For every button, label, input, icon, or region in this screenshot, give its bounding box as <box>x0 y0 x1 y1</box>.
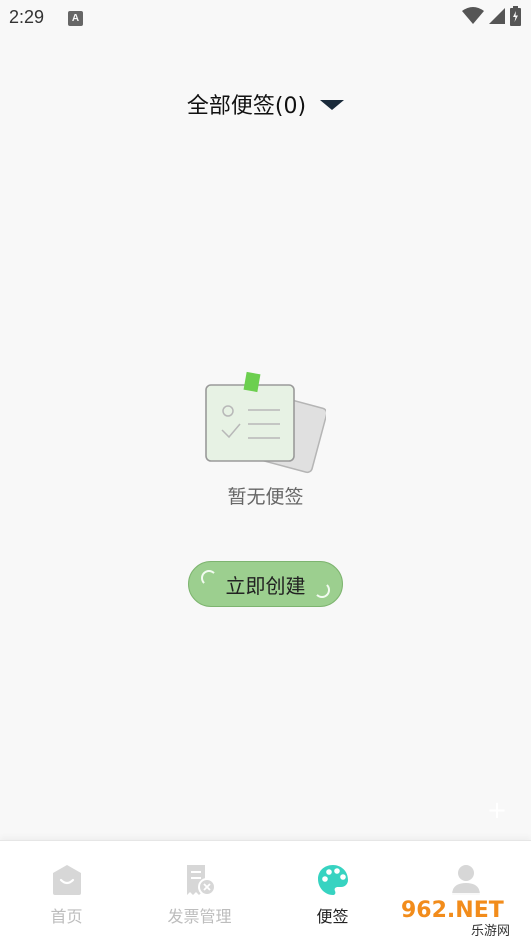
caret-down-icon <box>320 100 345 110</box>
svg-text:962.NET: 962.NET <box>401 898 504 923</box>
palette-icon <box>317 865 348 895</box>
wifi-icon <box>462 7 484 24</box>
tab-home[interactable]: 首页 <box>0 841 133 944</box>
status-icons <box>462 6 521 26</box>
tab-invoice[interactable]: 发票管理 <box>133 841 266 944</box>
button-decoration <box>314 582 330 598</box>
tab-invoice-label: 发票管理 <box>167 907 232 926</box>
status-bar: 2:29 A <box>0 0 531 36</box>
tab-notes[interactable]: 便签 <box>266 841 399 944</box>
note-filter-dropdown[interactable]: 全部便签(0) <box>0 88 531 120</box>
tab-notes-label: 便签 <box>316 907 349 926</box>
tab-home-label: 首页 <box>50 907 83 926</box>
create-note-button[interactable]: 立即创建 <box>188 561 343 607</box>
button-decoration <box>201 570 217 586</box>
signal-icon <box>489 8 505 24</box>
invoice-icon <box>186 865 216 896</box>
watermark-logo: 962.NET 乐游网 <box>393 893 529 941</box>
notification-icon: A <box>68 11 83 26</box>
create-note-button-label: 立即创建 <box>225 573 306 598</box>
home-icon <box>52 865 81 895</box>
status-time: 2:29 <box>9 7 45 27</box>
add-icon[interactable]: + <box>487 798 507 822</box>
empty-notes-illustration <box>205 371 326 474</box>
page-title: 全部便签(0) <box>186 94 307 119</box>
empty-state-message: 暂无便签 <box>227 486 304 508</box>
battery-icon <box>510 6 521 26</box>
svg-text:乐游网: 乐游网 <box>471 924 510 939</box>
user-icon <box>451 865 480 895</box>
